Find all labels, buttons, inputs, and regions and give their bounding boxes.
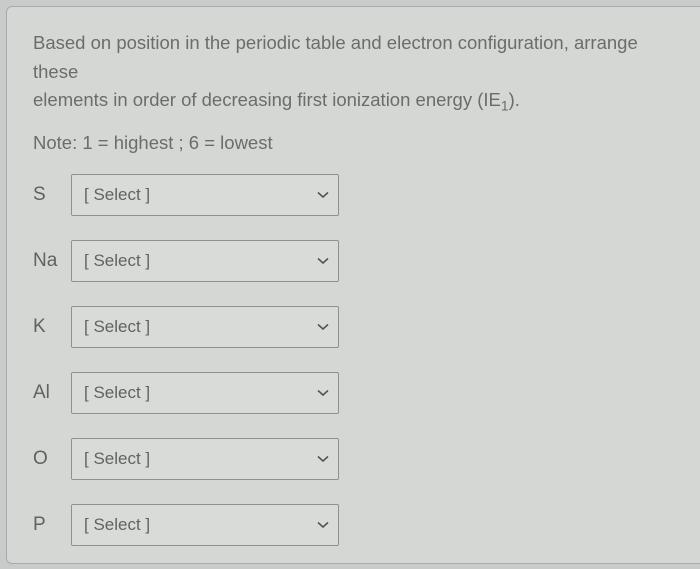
element-symbol: S: [33, 184, 71, 206]
prompt-line-2-suffix: ).: [509, 89, 520, 110]
element-symbol: Al: [33, 382, 71, 404]
note-text: Note: 1 = highest ; 6 = lowest: [33, 132, 674, 154]
element-row: P [ Select ]: [33, 504, 674, 546]
rank-select[interactable]: [ Select ]: [71, 240, 339, 282]
element-symbol: O: [33, 448, 71, 470]
select-value: [ Select ]: [84, 317, 150, 337]
rank-select[interactable]: [ Select ]: [71, 504, 339, 546]
prompt-line-1: Based on position in the periodic table …: [33, 32, 638, 82]
prompt-line-2-prefix: elements in order of decreasing first io…: [33, 89, 501, 110]
question-card: Based on position in the periodic table …: [6, 6, 700, 564]
rank-select[interactable]: [ Select ]: [71, 174, 339, 216]
element-row: K [ Select ]: [33, 306, 674, 348]
rank-select[interactable]: [ Select ]: [71, 372, 339, 414]
element-row: Na [ Select ]: [33, 240, 674, 282]
select-value: [ Select ]: [84, 383, 150, 403]
element-row: Al [ Select ]: [33, 372, 674, 414]
element-row: O [ Select ]: [33, 438, 674, 480]
select-value: [ Select ]: [84, 251, 150, 271]
select-value: [ Select ]: [84, 515, 150, 535]
select-value: [ Select ]: [84, 449, 150, 469]
question-prompt: Based on position in the periodic table …: [33, 29, 674, 118]
select-value: [ Select ]: [84, 185, 150, 205]
element-row: S [ Select ]: [33, 174, 674, 216]
rank-select[interactable]: [ Select ]: [71, 306, 339, 348]
element-symbol: P: [33, 514, 71, 536]
element-symbol: K: [33, 316, 71, 338]
prompt-subscript: 1: [501, 98, 509, 114]
rank-select[interactable]: [ Select ]: [71, 438, 339, 480]
element-symbol: Na: [33, 250, 71, 272]
